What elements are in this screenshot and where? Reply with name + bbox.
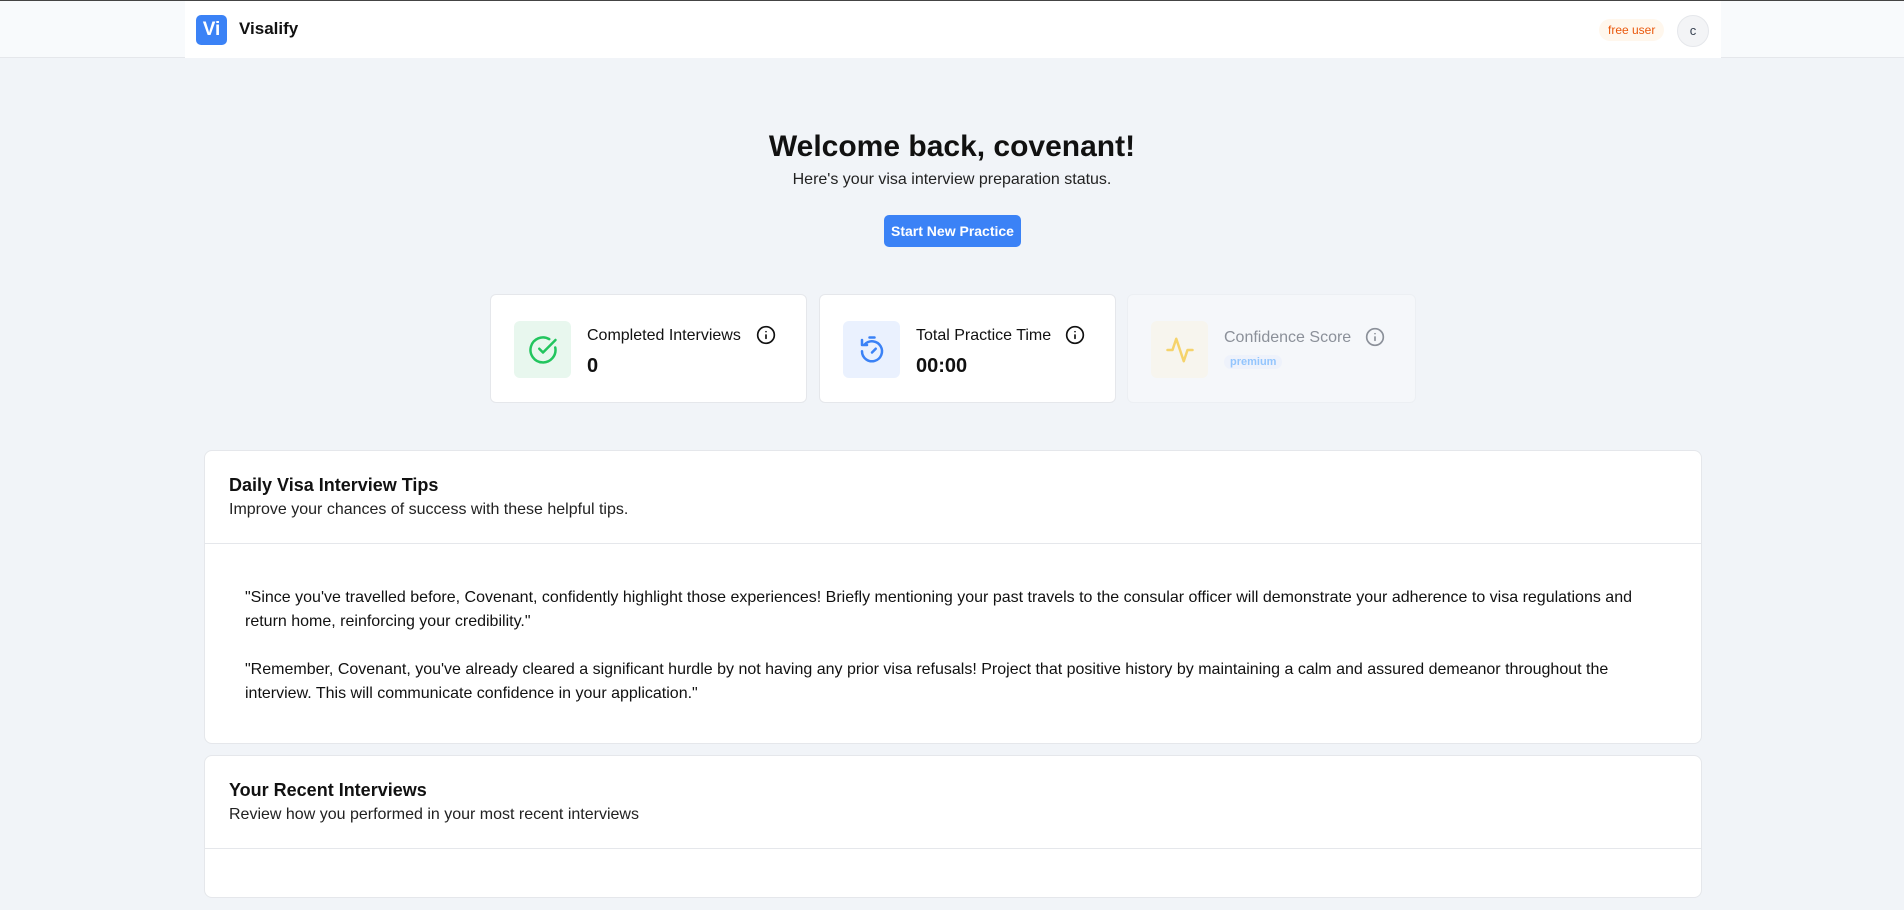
panel-header: Your Recent Interviews Review how you pe… xyxy=(205,756,1701,849)
app-logo[interactable]: Vi xyxy=(196,15,227,45)
premium-badge: premium xyxy=(1224,355,1283,369)
check-circle-icon xyxy=(514,321,571,378)
stat-card-completed-interviews: Completed Interviews 0 xyxy=(490,294,807,403)
top-navbar: Vi Visalify free user c xyxy=(0,1,1904,58)
stat-label: Total Practice Time xyxy=(916,327,1052,344)
tip-item: "Remember, Covenant, you've already clea… xyxy=(245,661,1609,702)
stat-label: Completed Interviews xyxy=(587,327,741,344)
panel-header: Daily Visa Interview Tips Improve your c… xyxy=(205,451,1701,544)
stat-card-confidence-score: Confidence Score premium xyxy=(1127,294,1416,403)
activity-icon xyxy=(1151,321,1208,378)
navbar-container: Vi Visalify free user c xyxy=(185,1,1721,58)
stat-card-total-practice-time: Total Practice Time 00:00 xyxy=(819,294,1116,403)
info-icon[interactable] xyxy=(756,325,776,345)
panel-description: Review how you performed in your most re… xyxy=(229,806,639,823)
info-icon[interactable] xyxy=(1365,327,1385,347)
panel-description: Improve your chances of success with the… xyxy=(229,501,629,518)
panel-title: Daily Visa Interview Tips xyxy=(229,475,439,495)
stat-label: Confidence Score xyxy=(1224,329,1352,346)
welcome-subtitle: Here's your visa interview preparation s… xyxy=(792,171,1112,188)
welcome-heading: Welcome back, covenant! xyxy=(768,130,1136,163)
start-new-practice-button[interactable]: Start New Practice xyxy=(884,215,1021,247)
stat-value: 00:00 xyxy=(916,355,968,377)
timer-icon xyxy=(843,321,900,378)
panel-title: Your Recent Interviews xyxy=(229,780,427,800)
brand-name[interactable]: Visalify xyxy=(239,19,298,39)
stat-value: 0 xyxy=(587,355,599,377)
daily-tips-panel: Daily Visa Interview Tips Improve your c… xyxy=(204,450,1702,744)
plan-badge: free user xyxy=(1599,19,1665,41)
recent-interviews-panel: Your Recent Interviews Review how you pe… xyxy=(204,755,1702,898)
info-icon[interactable] xyxy=(1065,325,1085,345)
tip-item: "Since you've travelled before, Covenant… xyxy=(245,589,1632,630)
user-avatar-button[interactable]: c xyxy=(1677,15,1709,47)
